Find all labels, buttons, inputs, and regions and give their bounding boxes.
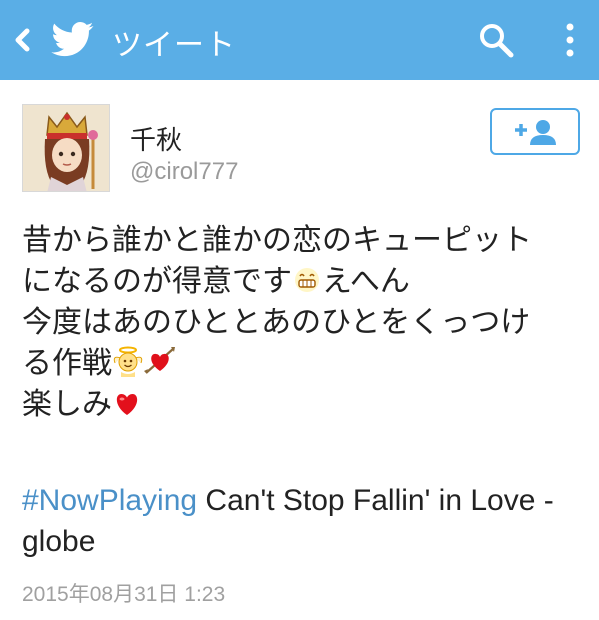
red-heart-emoji — [116, 394, 138, 415]
page-title: ツイート — [112, 28, 236, 63]
top-bar: ツイート — [0, 0, 599, 80]
avatar[interactable] — [22, 104, 110, 192]
follow-button[interactable] — [490, 108, 580, 155]
tweet-timestamp: 2015年08月31日 1:23 — [22, 583, 226, 606]
avatar-image — [23, 105, 109, 191]
hashtag-link[interactable]: #NowPlaying — [22, 484, 197, 517]
twitter-bird-icon[interactable] — [50, 18, 96, 60]
tweet-text: 昔から誰かと誰かの恋のキューピット になるのが得意です えへん 今度はあのひとと… — [22, 220, 582, 425]
more-vertical-icon[interactable] — [560, 20, 580, 60]
heart-arrow-emoji — [144, 347, 175, 374]
tweet-line: 今度はあのひととあのひとをくっつけ — [22, 305, 531, 340]
grin-emoji — [295, 268, 319, 292]
tweet-line: 昔から誰かと誰かの恋のキューピット — [22, 223, 532, 258]
tweet-line: になるのが得意です えへん — [22, 264, 410, 299]
display-name[interactable]: 千秋 — [130, 120, 182, 157]
add-user-icon — [515, 120, 556, 145]
tweet-line: 楽しみ — [22, 384, 582, 425]
tweet-line: る作戦 — [22, 343, 582, 384]
username[interactable]: @cirol777 — [130, 158, 238, 186]
back-icon[interactable] — [10, 26, 36, 54]
search-icon[interactable] — [476, 20, 516, 60]
now-playing-text: #NowPlaying Can't Stop Fallin' in Love -… — [22, 480, 582, 562]
angel-emoji — [113, 346, 143, 377]
